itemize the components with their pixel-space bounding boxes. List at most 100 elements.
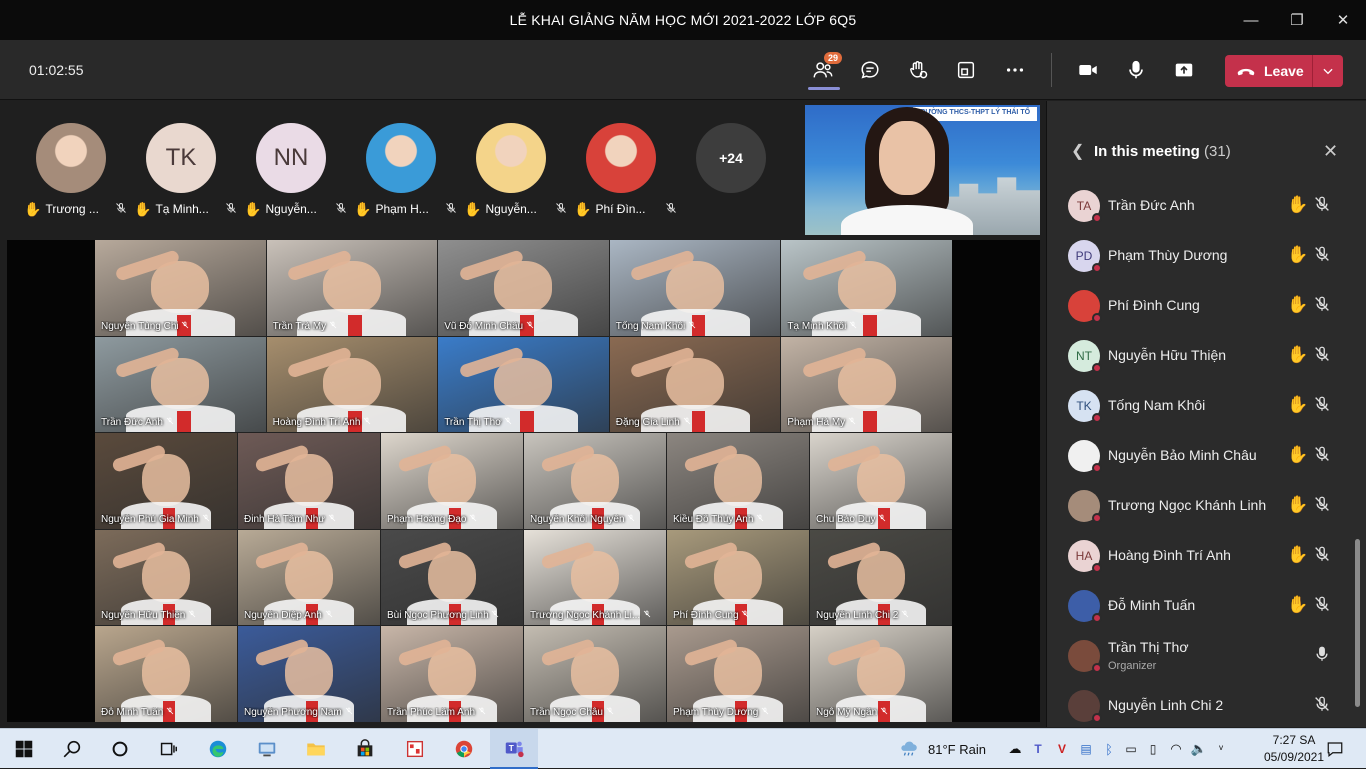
onedrive-icon[interactable]: ☁ [1004, 741, 1026, 757]
video-tile[interactable]: Nguyễn Linh Chi 2 [810, 529, 952, 626]
participant-name: Hoàng Đình Trí Anh [1108, 547, 1231, 563]
breakout-rooms-button[interactable] [949, 54, 983, 86]
video-tile[interactable]: Trần Trà My [266, 240, 438, 336]
start-button[interactable] [0, 729, 48, 769]
edge-button[interactable] [194, 729, 242, 769]
strip-avatar[interactable]: TK [146, 123, 216, 193]
video-tile[interactable]: Nguyễn Hữu Thiện [95, 529, 237, 626]
spotlight-video[interactable]: TRƯỜNG THCS-THPT LÝ THÁI TỔ [805, 105, 1040, 235]
video-tile[interactable]: Trần Thị Thơ [438, 336, 609, 433]
video-tile[interactable]: Vũ Đỗ Minh Châu [438, 240, 609, 336]
participant-row[interactable]: Phí Đình Cung ✋ [1047, 281, 1353, 331]
leave-button[interactable]: Leave [1225, 55, 1313, 87]
video-tile[interactable]: Đặng Gia Linh [609, 336, 781, 433]
video-tile[interactable]: Phạm Hà My [781, 336, 952, 433]
video-tile-name: Nguyễn Phương Nam [244, 707, 353, 718]
video-tile[interactable]: Tạ Minh Khôi [781, 240, 952, 336]
leave-options-button[interactable] [1313, 55, 1343, 87]
video-tile[interactable]: Hoàng Đình Trí Anh [266, 336, 438, 433]
video-tile[interactable]: Trần Phúc Lâm Anh [381, 626, 523, 722]
vietkey-icon[interactable]: V [1050, 742, 1074, 756]
participant-row[interactable]: Đỗ Minh Tuấn ✋ [1047, 581, 1353, 631]
clock[interactable]: 7:27 SA 05/09/2021 [1262, 732, 1326, 766]
battery-icon[interactable]: ▯ [1142, 742, 1164, 756]
video-tile-name: Phạm Thùy Dương [673, 707, 769, 718]
strip-avatar[interactable] [476, 123, 546, 193]
photos-app-button[interactable] [391, 729, 439, 769]
strip-avatar[interactable] [586, 123, 656, 193]
participant-row[interactable]: TA Trần Đức Anh ✋ [1047, 181, 1353, 231]
volume-icon[interactable]: 🔈 [1188, 741, 1210, 757]
store-button[interactable] [341, 729, 389, 769]
video-tile[interactable]: Phạm Hoàng Đạo [381, 433, 523, 529]
video-tile[interactable]: Nguyễn Phương Nam [238, 626, 380, 722]
participant-row[interactable]: PD Phạm Thùy Dương ✋ [1047, 231, 1353, 281]
mic-muted-icon [328, 514, 336, 522]
participant-row[interactable]: HA Hoàng Đình Trí Anh ✋ [1047, 531, 1353, 581]
maximize-button[interactable]: ❐ [1274, 0, 1320, 40]
network-app-button[interactable] [243, 729, 291, 769]
task-view-button[interactable] [144, 729, 192, 769]
video-tile[interactable]: Chu Bảo Duy [810, 433, 952, 529]
video-tile[interactable]: Nguyễn Tùng Chi [95, 240, 266, 336]
presence-status-icon [1092, 263, 1102, 273]
overflow-participants-button[interactable]: +24 [696, 123, 766, 193]
panel-scrollbar[interactable] [1355, 539, 1360, 707]
participant-avatar [1068, 590, 1102, 623]
minimize-button[interactable]: — [1228, 0, 1274, 40]
video-tile[interactable]: Phí Đình Cung [667, 529, 809, 626]
notifications-button[interactable] [1322, 729, 1348, 769]
participant-row[interactable]: Trần Thị Thơ Organizer [1047, 631, 1353, 681]
show-participants-button[interactable]: 29 [806, 52, 843, 86]
participant-row[interactable]: TK Tống Nam Khôi ✋ [1047, 381, 1353, 431]
participant-row[interactable]: Nguyễn Linh Chi 2 [1047, 681, 1353, 727]
participant-row[interactable]: Nguyễn Bảo Minh Châu ✋ [1047, 431, 1353, 481]
bluetooth-icon[interactable]: ᛒ [1098, 742, 1120, 757]
wifi-icon[interactable]: ◠ [1164, 741, 1188, 757]
video-tile[interactable]: Phạm Thùy Dương [667, 626, 809, 722]
strip-avatar[interactable]: NN [256, 123, 326, 193]
video-tile[interactable]: Trần Đức Anh [95, 336, 266, 433]
video-tile[interactable]: Đinh Hà Tâm Như [238, 433, 380, 529]
strip-avatar-name: Nguyễn... [265, 202, 317, 216]
cortana-button[interactable] [96, 729, 144, 769]
video-tile[interactable]: Nguyễn Khôi Nguyên [524, 433, 666, 529]
chat-button[interactable] [853, 54, 887, 86]
reactions-button[interactable] [901, 54, 935, 86]
participant-row[interactable]: NT Nguyễn Hữu Thiện ✋ [1047, 331, 1353, 381]
participant-initials: PD [1075, 249, 1093, 263]
display-icon[interactable]: ▭ [1120, 742, 1142, 756]
video-tile[interactable]: Nguyễn Diệp Anh [238, 529, 380, 626]
presence-status-icon [1092, 663, 1102, 673]
video-tile[interactable]: Ngô Mỹ Ngân [810, 626, 952, 722]
search-button[interactable] [48, 729, 96, 769]
participant-name: Phạm Thùy Dương [1108, 247, 1228, 263]
strip-avatar[interactable] [366, 123, 436, 193]
presence-status-icon [1092, 463, 1102, 473]
more-actions-button[interactable] [998, 54, 1032, 86]
file-explorer-button[interactable] [292, 729, 340, 769]
video-tile[interactable]: Trương Ngọc Khánh Li... [524, 529, 666, 626]
video-tile[interactable]: Bùi Ngọc Phương Linh [381, 529, 523, 626]
video-tile[interactable]: Đỗ Minh Tuấn [95, 626, 237, 722]
share-screen-button[interactable] [1167, 54, 1201, 86]
video-tile[interactable]: Kiều Đỗ Thủy Anh [667, 433, 809, 529]
strip-avatar[interactable] [36, 123, 106, 193]
app-tray-icon[interactable]: ▤ [1074, 742, 1098, 756]
video-tile[interactable]: Nguyễn Phú Gia Minh [95, 433, 237, 529]
close-window-button[interactable]: ✕ [1320, 0, 1366, 40]
mic-muted-icon [492, 610, 499, 618]
mic-toggle-button[interactable] [1119, 54, 1153, 86]
chrome-button[interactable] [440, 729, 488, 769]
raised-hand-icon: ✋ [1287, 545, 1309, 564]
camera-toggle-button[interactable] [1071, 54, 1105, 86]
back-chevron-icon[interactable]: ❮ [1071, 141, 1084, 161]
teams-tray-icon[interactable]: T [1026, 742, 1050, 756]
video-tile[interactable]: Tống Nam Khôi [609, 240, 781, 336]
participant-row[interactable]: Trương Ngọc Khánh Linh ✋ [1047, 481, 1353, 531]
video-tile[interactable]: Trần Ngọc Châu [524, 626, 666, 722]
language-icon[interactable]: ᵛ [1210, 742, 1232, 756]
close-panel-icon[interactable]: ✕ [1323, 141, 1338, 162]
teams-button[interactable]: T [490, 729, 538, 769]
weather-widget[interactable]: 81°F Rain [898, 729, 986, 769]
